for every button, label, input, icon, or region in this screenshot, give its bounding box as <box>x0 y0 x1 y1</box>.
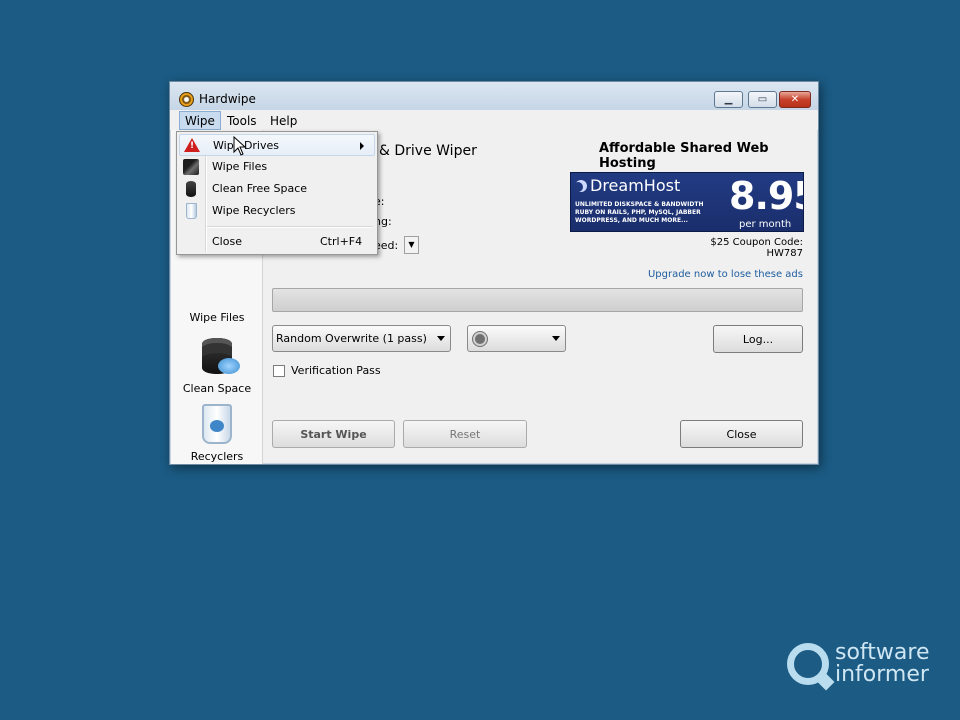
nav-clean-space[interactable]: Clean Space <box>171 334 263 395</box>
moon-icon <box>575 180 587 192</box>
menu-item-wipe-drives[interactable]: Wipe Drives <box>179 134 375 156</box>
page-heading: & Drive Wiper <box>379 143 477 159</box>
menu-item-label: Wipe Files <box>212 160 268 173</box>
start-wipe-button[interactable]: Start Wipe <box>272 420 395 448</box>
verification-pass-row[interactable]: Verification Pass <box>273 364 381 377</box>
files-icon <box>183 159 199 175</box>
wipe-menu-dropdown: Wipe Drives Wipe Files Clean Free Space … <box>176 131 378 255</box>
database-icon <box>200 334 240 380</box>
nav-clean-space-label: Clean Space <box>182 382 252 395</box>
upgrade-link[interactable]: Upgrade now to lose these ads <box>628 269 803 280</box>
app-icon <box>179 92 194 107</box>
menu-item-wipe-recyclers[interactable]: Wipe Recyclers <box>179 200 375 222</box>
close-icon: ✕ <box>790 94 800 105</box>
recycle-bin-icon <box>200 402 234 448</box>
menu-wipe[interactable]: Wipe <box>179 111 221 130</box>
menu-tools[interactable]: Tools <box>221 111 263 130</box>
watermark-text: software informer <box>835 640 930 687</box>
verification-checkbox[interactable] <box>273 364 285 377</box>
menu-separator <box>207 226 373 227</box>
menu-item-label: Clean Free Space <box>212 182 308 195</box>
menu-item-label: Close <box>212 235 242 248</box>
menu-help[interactable]: Help <box>264 111 303 130</box>
progress-bar <box>272 288 803 312</box>
log-button[interactable]: Log... <box>713 325 803 353</box>
window-title: Hardwipe <box>199 92 256 106</box>
disk-icon <box>186 181 196 197</box>
software-informer-watermark: software informer <box>787 642 929 686</box>
ad-brand: DreamHost <box>575 176 680 195</box>
menu-item-clean-free-space[interactable]: Clean Free Space <box>179 178 375 200</box>
reset-button[interactable]: Reset <box>403 420 527 448</box>
ad-text: UNLIMITED DISKSPACE & BANDWIDTH RUBY ON … <box>575 201 704 224</box>
menu-item-label: Wipe Recyclers <box>212 204 296 217</box>
menu-bar: Wipe Tools Help <box>170 110 818 130</box>
ad-price: 8.95 <box>729 174 803 218</box>
menu-shortcut: Ctrl+F4 <box>320 235 363 248</box>
minimize-icon: ▁ <box>724 94 733 105</box>
nav-wipe-files[interactable]: Wipe Files <box>171 309 263 324</box>
ad-title: Affordable Shared Web Hosting <box>599 141 769 171</box>
ad-per-month: per month <box>739 219 792 230</box>
chevron-down-icon <box>552 336 560 341</box>
wipe-method-select[interactable]: Random Overwrite (1 pass) <box>272 325 451 352</box>
maximize-button[interactable]: ▭ <box>748 91 777 108</box>
nav-wipe-files-label: Wipe Files <box>189 311 245 324</box>
recycle-bin-icon <box>186 203 197 219</box>
chevron-down-icon: ▼ <box>408 240 415 249</box>
menu-item-wipe-files[interactable]: Wipe Files <box>179 156 375 178</box>
power-action-select[interactable] <box>467 325 566 352</box>
chevron-down-icon <box>437 336 445 341</box>
ad-banner[interactable]: DreamHost UNLIMITED DISKSPACE & BANDWIDT… <box>570 172 804 232</box>
speed-dropdown[interactable]: ▼ <box>404 236 419 254</box>
coupon-code: $25 Coupon Code: HW787 <box>710 237 803 259</box>
warning-icon <box>184 138 200 152</box>
nav-recyclers-label: Recyclers <box>190 450 244 463</box>
maximize-icon: ▭ <box>757 94 768 105</box>
wipe-method-value: Random Overwrite (1 pass) <box>276 332 427 345</box>
close-button[interactable]: Close <box>680 420 803 448</box>
power-icon <box>473 332 487 346</box>
menu-item-close[interactable]: Close Ctrl+F4 <box>179 231 375 253</box>
title-bar[interactable]: Hardwipe ▁ ▭ ✕ <box>170 82 818 110</box>
submenu-arrow-icon <box>360 142 364 150</box>
magnifier-logo-icon <box>787 643 829 685</box>
minimize-button[interactable]: ▁ <box>714 91 743 108</box>
verification-label: Verification Pass <box>291 364 381 377</box>
nav-recyclers[interactable]: Recyclers <box>171 402 263 463</box>
window-close-button[interactable]: ✕ <box>779 91 811 108</box>
